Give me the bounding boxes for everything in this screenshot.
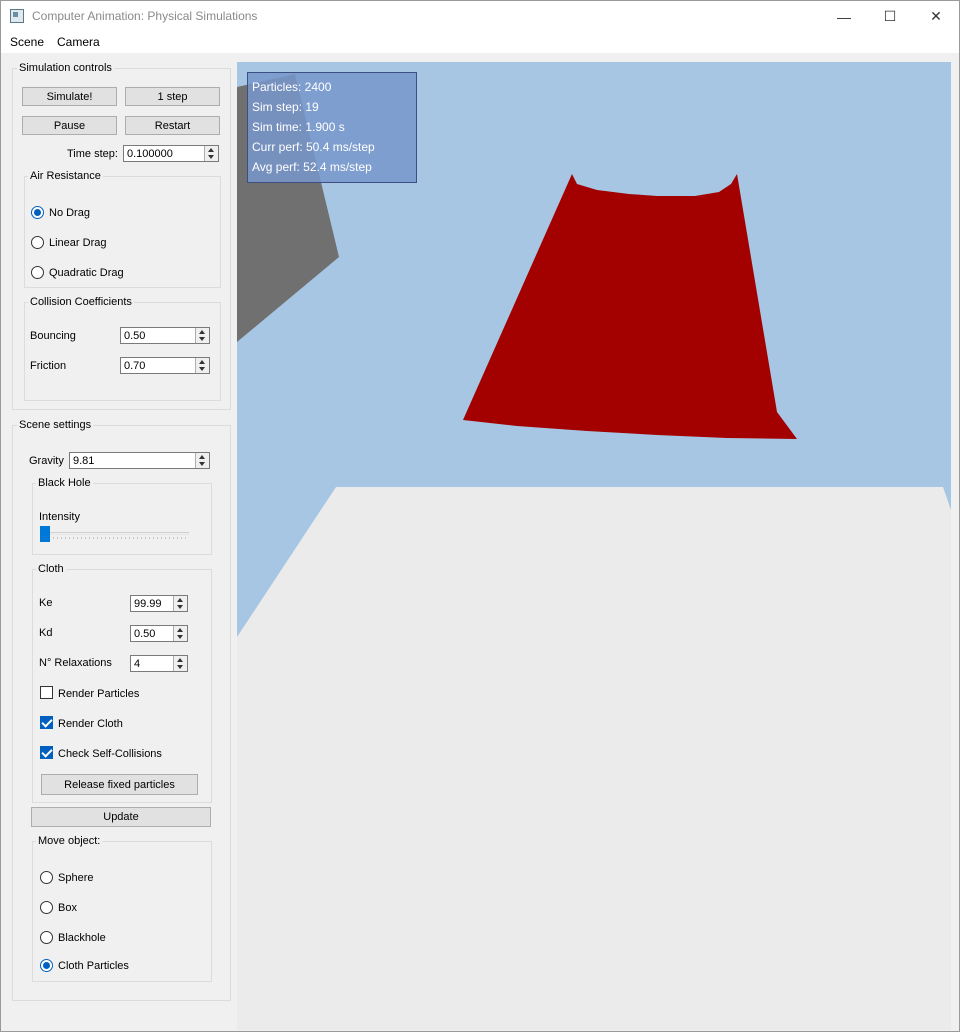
kd-value: 0.50	[134, 628, 156, 640]
friction-stepper[interactable]	[195, 358, 209, 373]
relaxations-value: 4	[134, 658, 141, 670]
ke-value: 99.99	[134, 598, 162, 610]
linear-drag-label: Linear Drag	[49, 237, 107, 249]
self-collisions-label: Check Self-Collisions	[58, 748, 162, 760]
render-particles-label: Render Particles	[58, 688, 140, 700]
intensity-slider-ticks	[41, 537, 189, 539]
intensity-slider-handle[interactable]	[40, 526, 50, 542]
bouncing-stepper[interactable]	[195, 328, 209, 343]
cloth-title: Cloth	[36, 563, 66, 575]
ke-input[interactable]: 99.99	[130, 595, 188, 612]
app-icon	[10, 9, 24, 23]
kd-label: Kd	[39, 627, 53, 639]
simulation-controls-title: Simulation controls	[17, 62, 114, 74]
scene-render	[237, 62, 951, 1030]
restart-button[interactable]: Restart	[125, 116, 220, 135]
minimize-button[interactable]: —	[821, 1, 867, 32]
render-cloth-checkbox[interactable]	[40, 716, 53, 729]
stats-curr-perf: Curr perf: 50.4 ms/step	[252, 140, 375, 154]
stats-avg-perf: Avg perf: 52.4 ms/step	[252, 160, 372, 174]
stats-overlay: Particles: 2400 Sim step: 19 Sim time: 1…	[247, 72, 417, 183]
sphere-label: Sphere	[58, 872, 94, 884]
simulate-button[interactable]: Simulate!	[22, 87, 117, 106]
relaxations-label: N° Relaxations	[39, 657, 112, 669]
collision-group	[24, 302, 221, 401]
gravity-label: Gravity	[29, 455, 64, 467]
gravity-value: 9.81	[73, 455, 95, 467]
menu-scene[interactable]: Scene	[10, 35, 44, 49]
simulation-viewport[interactable]: Particles: 2400 Sim step: 19 Sim time: 1…	[237, 62, 951, 1030]
close-button[interactable]: ✕	[913, 1, 959, 32]
render-cloth-label: Render Cloth	[58, 718, 123, 730]
bouncing-label: Bouncing	[30, 330, 76, 342]
friction-value: 0.70	[124, 360, 146, 372]
friction-label: Friction	[30, 360, 67, 372]
maximize-button[interactable]: ☐	[867, 1, 913, 32]
stats-sim-time: Sim time: 1.900 s	[252, 120, 345, 134]
release-fixed-particles-button[interactable]: Release fixed particles	[41, 774, 198, 795]
ke-label: Ke	[39, 597, 53, 609]
scene-settings-title: Scene settings	[17, 419, 94, 431]
menu-bar: Scene Camera	[1, 32, 959, 53]
gravity-stepper[interactable]	[195, 453, 209, 468]
time-step-label: Time step:	[67, 148, 118, 160]
radio-blackhole[interactable]	[40, 931, 53, 944]
ke-stepper[interactable]	[173, 596, 187, 611]
time-step-input[interactable]: 0.100000	[123, 145, 219, 162]
relaxations-stepper[interactable]	[173, 656, 187, 671]
one-step-button[interactable]: 1 step	[125, 87, 220, 106]
window-title: Computer Animation: Physical Simulations	[32, 9, 258, 23]
pause-button[interactable]: Pause	[22, 116, 117, 135]
blackhole-label: Blackhole	[58, 932, 106, 944]
radio-quadratic-drag[interactable]	[31, 266, 44, 279]
black-hole-title: Black Hole	[36, 477, 93, 489]
move-object-title: Move object:	[36, 835, 103, 847]
gravity-input[interactable]: 9.81	[69, 452, 210, 469]
intensity-label: Intensity	[39, 511, 80, 523]
radio-sphere[interactable]	[40, 871, 53, 884]
box-label: Box	[58, 902, 77, 914]
self-collisions-checkbox[interactable]	[40, 746, 53, 759]
menu-camera[interactable]: Camera	[57, 35, 100, 49]
no-drag-label: No Drag	[49, 207, 90, 219]
stats-particles: Particles: 2400	[252, 80, 332, 94]
cloth-particles-label: Cloth Particles	[58, 960, 129, 972]
bouncing-input[interactable]: 0.50	[120, 327, 210, 344]
kd-input[interactable]: 0.50	[130, 625, 188, 642]
radio-linear-drag[interactable]	[31, 236, 44, 249]
update-button[interactable]: Update	[31, 807, 211, 827]
relaxations-input[interactable]: 4	[130, 655, 188, 672]
friction-input[interactable]: 0.70	[120, 357, 210, 374]
air-resistance-title: Air Resistance	[28, 170, 103, 182]
collision-title: Collision Coefficients	[28, 296, 134, 308]
radio-cloth-particles[interactable]	[40, 959, 53, 972]
time-step-stepper[interactable]	[204, 146, 218, 161]
intensity-slider-track[interactable]	[41, 532, 189, 535]
stats-sim-step: Sim step: 19	[252, 100, 319, 114]
render-particles-checkbox[interactable]	[40, 686, 53, 699]
kd-stepper[interactable]	[173, 626, 187, 641]
quadratic-drag-label: Quadratic Drag	[49, 267, 124, 279]
radio-box[interactable]	[40, 901, 53, 914]
floor-plane	[237, 487, 951, 1030]
app-window: Computer Animation: Physical Simulations…	[0, 0, 960, 1032]
title-bar: Computer Animation: Physical Simulations…	[1, 1, 959, 32]
radio-no-drag[interactable]	[31, 206, 44, 219]
time-step-value: 0.100000	[127, 148, 173, 160]
bouncing-value: 0.50	[124, 330, 146, 342]
